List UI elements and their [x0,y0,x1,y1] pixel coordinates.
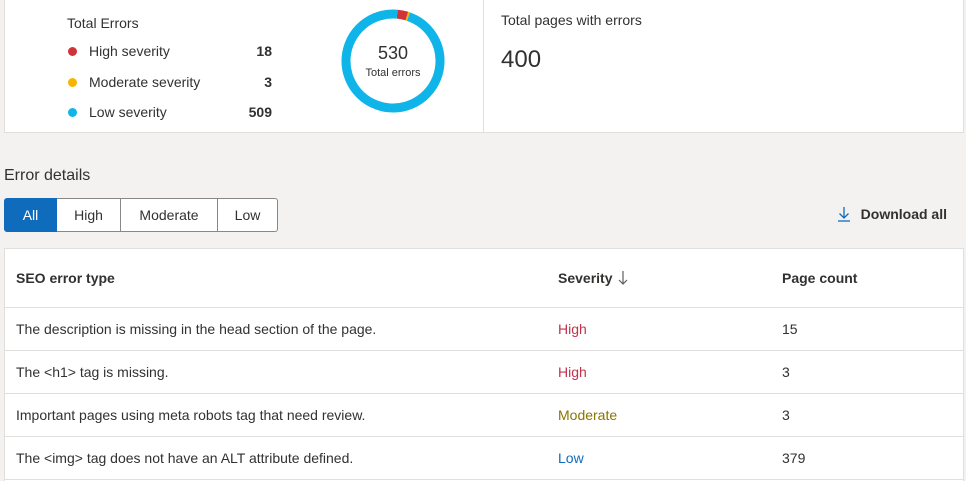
total-errors-title: Total Errors [67,15,139,31]
table-row[interactable]: Important pages using meta robots tag th… [5,394,963,437]
download-all-label: Download all [860,206,947,222]
severity-cell: Moderate [558,407,618,423]
page-count-cell: 379 [782,450,806,466]
legend-high-severity: High severity 18 [67,41,272,61]
high-severity-dot [68,46,77,56]
legend-count: 18 [256,43,272,59]
error-type-cell: The <img> tag does not have an ALT attri… [16,450,354,466]
legend-count: 3 [264,74,272,90]
legend-label: Moderate severity [89,74,201,90]
error-type-cell: The description is missing in the head s… [16,321,377,337]
legend-label: Low severity [89,104,167,120]
error-summary-card: Total Errors High severity 18 Moderate s… [4,0,964,133]
filter-high-button[interactable]: High [57,198,121,232]
filter-moderate-button[interactable]: Moderate [121,198,218,232]
table-row[interactable]: The <h1> tag is missing. High 3 [5,351,963,394]
severity-cell: Low [558,450,584,466]
table-row[interactable]: The <img> tag does not have an ALT attri… [5,437,963,480]
error-type-cell: The <h1> tag is missing. [16,364,169,380]
download-all-button[interactable]: Download all [837,206,947,222]
severity-cell: High [558,321,587,337]
legend-label: High severity [89,43,170,59]
pages-with-errors-title: Total pages with errors [501,12,642,28]
summary-divider [483,0,484,133]
pages-with-errors-value: 400 [501,46,542,73]
donut-caption: Total errors [365,67,421,79]
page-count-cell: 3 [782,407,790,423]
error-details-title: Error details [4,167,91,184]
legend-low-severity: Low severity 509 [67,102,272,122]
page-count-cell: 15 [782,321,798,337]
page-count-cell: 3 [782,364,790,380]
severity-cell: High [558,364,587,380]
table-header: SEO error type Severity Page count [5,249,963,308]
donut-total: 530 [377,43,409,63]
legend-moderate-severity: Moderate severity 3 [67,72,272,92]
column-header-page-count[interactable]: Page count [771,270,963,286]
sort-descending-icon[interactable] [618,270,628,286]
filter-all-button[interactable]: All [4,198,57,232]
download-icon [837,206,851,222]
severity-filter-group: All High Moderate Low [4,198,278,232]
filter-low-button[interactable]: Low [218,198,278,232]
errors-donut-chart: 530 Total errors [340,8,446,114]
donut-center: 530 Total errors [340,8,446,114]
error-details-table: SEO error type Severity Page count The d… [4,248,964,481]
column-header-error-type[interactable]: SEO error type [5,270,547,286]
moderate-severity-dot [68,77,77,87]
table-row[interactable]: The description is missing in the head s… [5,308,963,351]
column-header-severity[interactable]: Severity [547,270,771,286]
low-severity-dot [68,107,77,117]
severity-header-label: Severity [558,270,613,286]
legend-count: 509 [248,104,272,120]
error-type-cell: Important pages using meta robots tag th… [16,407,366,423]
